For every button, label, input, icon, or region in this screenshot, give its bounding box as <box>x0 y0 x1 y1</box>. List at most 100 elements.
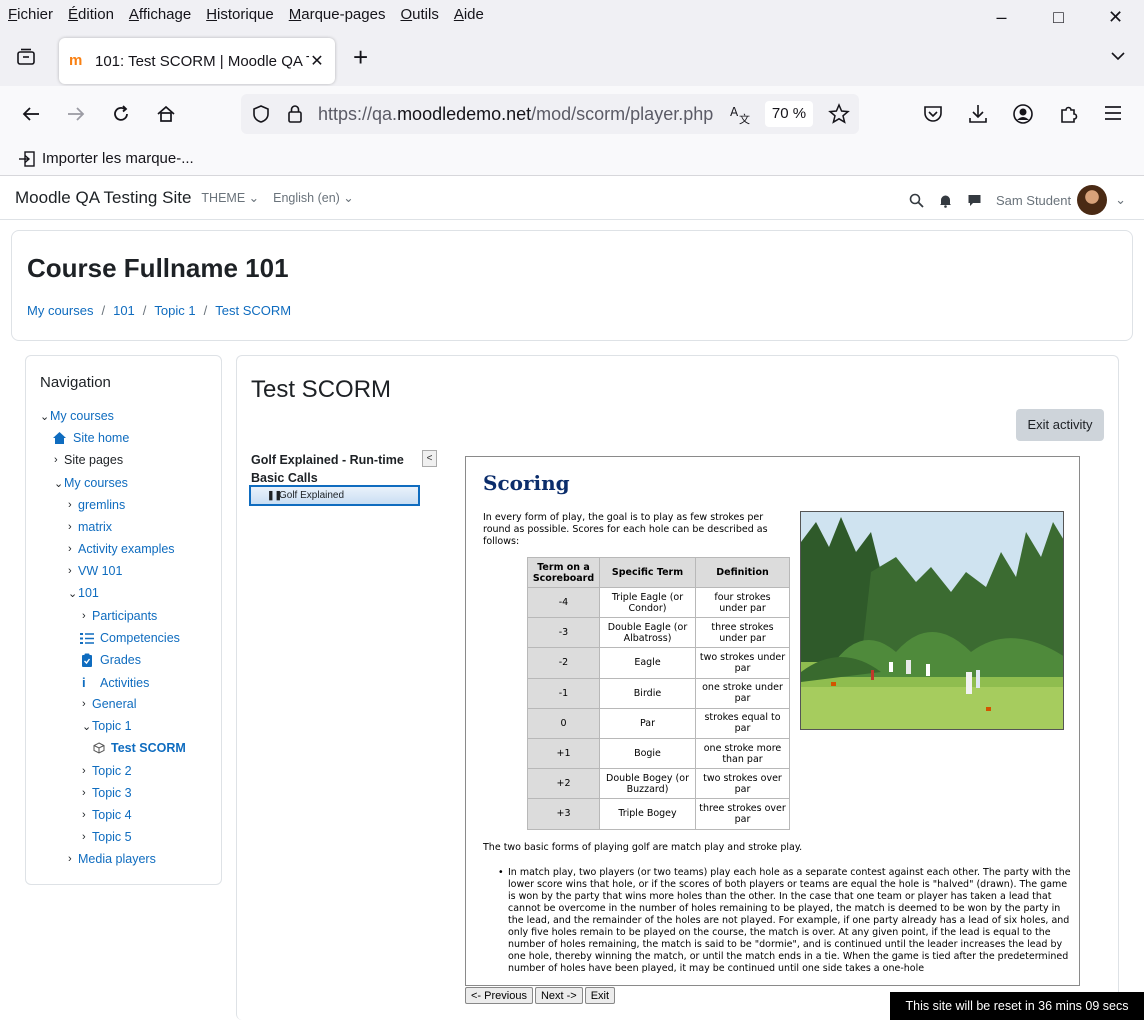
nav-topic-4[interactable]: › Topic 4 <box>82 808 132 822</box>
chevron-right-icon: › <box>68 853 72 865</box>
hamburger-menu-icon[interactable] <box>1103 103 1123 128</box>
chevron-down-icon[interactable] <box>1110 48 1126 69</box>
menu-outils[interactable]: Outils <box>400 6 438 23</box>
scorm-intro: In every form of play, the goal is to pl… <box>483 512 768 547</box>
table-cell: three strokes under par <box>695 617 790 649</box>
table-header: Specific Term <box>599 557 696 588</box>
table-cell: -3 <box>527 617 600 649</box>
back-arrow-icon[interactable] <box>20 103 42 125</box>
tab-list-icon[interactable] <box>13 44 39 70</box>
scorm-content-frame[interactable]: Scoring In every form of play, the goal … <box>465 456 1080 986</box>
nav-test-scorm[interactable]: Test SCORM <box>93 741 186 755</box>
breadcrumb-my-courses[interactable]: My courses <box>27 303 93 318</box>
chevron-right-icon: › <box>82 809 86 821</box>
table-cell: -4 <box>527 586 600 619</box>
chevron-down-icon: ⌄ <box>40 410 50 423</box>
table-cell: +3 <box>527 798 600 830</box>
search-icon[interactable] <box>909 193 924 208</box>
import-bookmarks-link[interactable]: Importer les marque-... <box>42 150 194 167</box>
table-cell: Birdie <box>599 677 696 709</box>
url-text[interactable]: https://qa.moodledemo.net/mod/scorm/play… <box>318 104 713 125</box>
table-cell: Triple Bogey <box>599 798 696 830</box>
nav-media-players[interactable]: › Media players <box>68 852 156 866</box>
previous-button[interactable]: <- Previous <box>465 987 533 1004</box>
nav-site-home[interactable]: Site home <box>52 431 129 445</box>
nav-topic-1[interactable]: ⌄ Topic 1 <box>82 719 132 733</box>
scorm-exit-button[interactable]: Exit <box>584 987 616 1004</box>
nav-site-pages[interactable]: › Site pages <box>54 453 123 467</box>
nav-activities[interactable]: i Activities <box>82 675 149 690</box>
theme-menu[interactable]: THEME ⌄ <box>201 190 259 205</box>
menu-historique[interactable]: Historique <box>206 6 274 23</box>
nav-matrix[interactable]: › matrix <box>68 520 112 534</box>
breadcrumb-test-scorm[interactable]: Test SCORM <box>215 303 291 318</box>
chevron-down-icon[interactable]: ⌄ <box>1115 192 1126 208</box>
nav-participants[interactable]: › Participants <box>82 609 157 623</box>
nav-my-courses-top[interactable]: ⌄ My courses <box>40 409 114 423</box>
menu-aide[interactable]: Aide <box>454 6 484 23</box>
pocket-icon[interactable] <box>922 103 944 130</box>
toc-item-golf-explained[interactable]: ❚❚ Golf Explained <box>249 485 420 506</box>
extensions-icon[interactable] <box>1058 103 1080 130</box>
list-check-icon <box>80 632 94 645</box>
reload-icon[interactable] <box>110 103 132 125</box>
table-row: -3 Double Eagle (or Albatross) three strok… <box>527 617 790 649</box>
chevron-right-icon: › <box>68 565 72 577</box>
chevron-right-icon: › <box>82 787 86 799</box>
reset-notice: This site will be reset in 36 mins 09 se… <box>890 992 1144 1020</box>
table-cell: two strokes under par <box>695 647 790 679</box>
forms-text: The two basic forms of playing golf are … <box>483 842 803 853</box>
bell-icon[interactable] <box>938 193 953 208</box>
url-bar[interactable]: https://qa.moodledemo.net/mod/scorm/play… <box>241 94 859 134</box>
close-tab-icon[interactable]: ✕ <box>309 51 325 71</box>
exit-activity-button[interactable]: Exit activity <box>1016 409 1104 441</box>
nav-gremlins[interactable]: › gremlins <box>68 498 125 512</box>
nav-course-101[interactable]: ⌄ 101 <box>68 586 99 600</box>
chevron-down-icon: ⌄ <box>54 477 64 490</box>
next-button[interactable]: Next -> <box>534 987 583 1004</box>
bullet-icon: • <box>498 867 504 878</box>
zoom-level[interactable]: 70 % <box>765 101 813 127</box>
menu-marque-pages[interactable]: Marque-pages <box>289 6 386 23</box>
breadcrumb-topic-1[interactable]: Topic 1 <box>154 303 195 318</box>
breadcrumb-101[interactable]: 101 <box>113 303 135 318</box>
table-cell: Double Bogey (or Buzzard) <box>599 768 696 800</box>
nav-grades[interactable]: Grades <box>80 653 141 667</box>
nav-vw-101[interactable]: › VW 101 <box>68 564 122 578</box>
user-name[interactable]: Sam Student <box>996 193 1071 208</box>
table-row: -4 Triple Eagle (or Condor) four strokes u… <box>527 586 790 619</box>
translate-icon[interactable]: A文 <box>729 103 751 130</box>
nav-topic-2[interactable]: › Topic 2 <box>82 764 132 778</box>
nav-my-courses[interactable]: ⌄ My courses <box>54 476 128 490</box>
chevron-down-icon: ⌄ <box>82 720 92 733</box>
menu-edition[interactable]: Édition <box>68 6 114 23</box>
account-icon[interactable] <box>1012 103 1034 130</box>
menu-affichage[interactable]: Affichage <box>129 6 191 23</box>
active-tab[interactable]: m 101: Test SCORM | Moodle QA Testing Si… <box>59 38 335 84</box>
chat-icon[interactable] <box>967 193 982 208</box>
download-icon[interactable] <box>967 103 989 130</box>
chevron-right-icon: › <box>54 454 58 466</box>
site-name[interactable]: Moodle QA Testing Site <box>15 188 191 208</box>
menu-fichier[interactable]: Fichier <box>8 6 53 23</box>
nav-topic-5[interactable]: › Topic 5 <box>82 830 132 844</box>
toc-title: Golf Explained - Run-time Basic Calls <box>251 453 404 485</box>
home-icon[interactable] <box>155 103 177 125</box>
table-cell: 0 <box>527 707 600 739</box>
nav-activity-examples[interactable]: › Activity examples <box>68 542 175 556</box>
lock-icon[interactable] <box>286 104 304 129</box>
nav-competencies[interactable]: Competencies <box>80 631 180 645</box>
chevron-right-icon: › <box>68 543 72 555</box>
forward-arrow-icon[interactable] <box>65 103 87 125</box>
new-tab-icon[interactable]: + <box>353 42 368 73</box>
nav-general[interactable]: › General <box>82 697 136 711</box>
shield-icon[interactable] <box>251 104 271 129</box>
nav-topic-3[interactable]: › Topic 3 <box>82 786 132 800</box>
chevron-right-icon: › <box>82 831 86 843</box>
star-bookmark-icon[interactable] <box>828 103 850 130</box>
avatar[interactable] <box>1077 185 1108 215</box>
golf-course-photo <box>800 511 1064 730</box>
page-heading: Test SCORM <box>251 376 392 403</box>
toc-toggle-button[interactable]: < <box>422 450 437 467</box>
language-menu[interactable]: English (en) ⌄ <box>273 190 354 205</box>
